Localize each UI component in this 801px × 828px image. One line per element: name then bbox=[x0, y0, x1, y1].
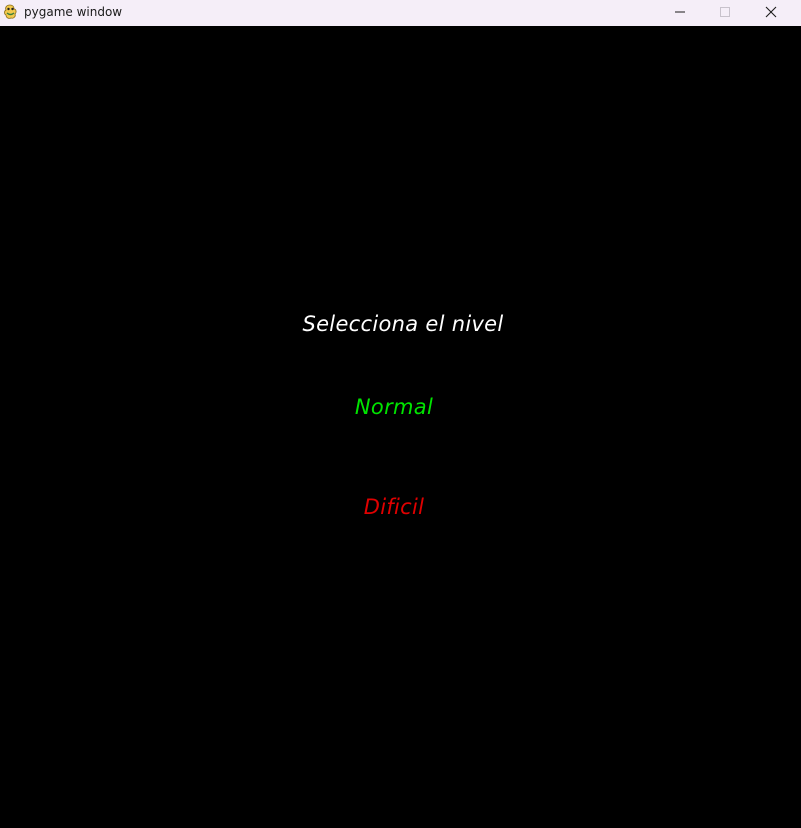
game-canvas[interactable]: Selecciona el nivel Normal Dificil bbox=[0, 26, 801, 828]
title-bar[interactable]: pygame window bbox=[0, 0, 801, 26]
level-option-normal[interactable]: Normal bbox=[355, 395, 433, 419]
level-select-heading: Selecciona el nivel bbox=[302, 312, 504, 336]
maximize-button[interactable] bbox=[702, 0, 748, 26]
maximize-icon bbox=[719, 6, 731, 21]
close-button[interactable] bbox=[748, 0, 794, 26]
minimize-button[interactable] bbox=[657, 0, 703, 26]
minimize-icon bbox=[674, 6, 686, 21]
level-option-dificil[interactable]: Dificil bbox=[364, 495, 425, 519]
window-title: pygame window bbox=[24, 5, 123, 19]
pygame-window: pygame window Selecciona el nivel Normal… bbox=[0, 0, 801, 828]
pygame-snake-icon bbox=[3, 4, 18, 20]
close-icon bbox=[765, 6, 777, 21]
